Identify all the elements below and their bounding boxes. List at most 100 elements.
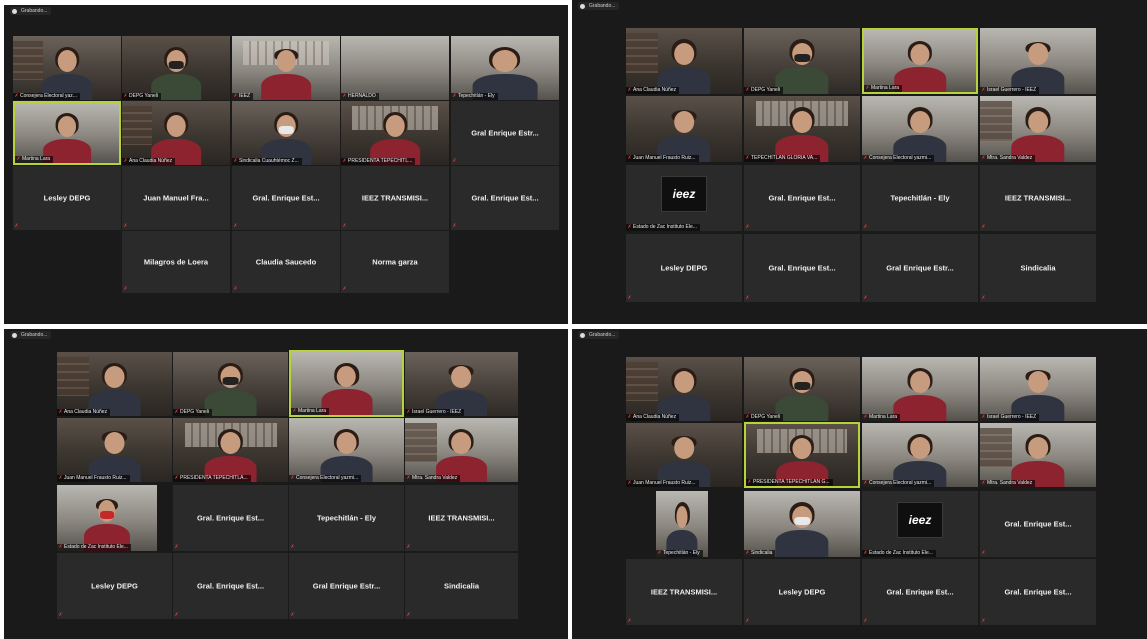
participant-tile-juan-manuel-frausto-ruiz[interactable]: Juan Manuel Frausto Ruiz... ✗ — [626, 423, 742, 487]
participant-label: Ana Claudia Núñez — [626, 414, 680, 421]
participant-tile-gral-enrique-est[interactable]: Gral. Enrique Est... ✗ — [173, 553, 288, 619]
face-mask — [793, 53, 810, 63]
participant-name: Lesley DEPG — [778, 587, 826, 597]
participant-tile-martina-lara[interactable]: Martina Lara ✗ — [862, 28, 978, 94]
mic-muted-icon: ✗ — [290, 612, 295, 618]
participant-tile-gral-enrique-estr[interactable]: Gral Enrique Estr... ✗ — [451, 101, 559, 165]
mic-muted-icon: ✗ — [174, 475, 179, 481]
participant-body — [775, 67, 829, 94]
participant-tile-israel-guerrero-ieez[interactable]: Israel Guerrero - IEEZ ✗ — [980, 28, 1096, 94]
mic-muted-icon: ✗ — [123, 223, 128, 229]
participant-tile-israel-guerrero-ieez[interactable]: Israel Guerrero - IEEZ ✗ — [405, 352, 518, 416]
participant-tile-israel-guerrero-ieez[interactable]: Israel Guerrero - IEEZ ✗ — [980, 357, 1096, 421]
participant-tile-gral-enrique-est[interactable]: Gral. Enrique Est... ✗ — [744, 234, 860, 302]
participant-tile-juan-manuel-frausto-ruiz[interactable]: Juan Manuel Frausto Ruiz... ✗ — [57, 418, 172, 482]
participant-label: Sindicalia Cuauhtémoc Z... — [232, 158, 302, 165]
participant-tile-consejera-electoral-yazmi[interactable]: Consejera Electoral yazmi... ✗ — [862, 423, 978, 487]
participant-name: Lesley DEPG — [660, 263, 708, 273]
participant-tile-martina-lara[interactable]: Martina Lara ✗ — [289, 350, 404, 417]
ieez-logo: ieez — [661, 176, 707, 213]
participant-name: Gral. Enrique Est... — [768, 263, 836, 273]
participant-tile-milagros-de-loera[interactable]: Milagros de Loera ✗ — [122, 231, 230, 293]
recording-label: Grabando... — [589, 332, 616, 338]
participant-tile-consejera-electoral-yazmi[interactable]: Consejera Electoral yazmi... ✗ — [862, 96, 978, 162]
mic-muted-icon: ✗ — [745, 550, 750, 556]
participant-tile-tepechitlan-ely[interactable]: Tepechitlán - Ely ✗ — [656, 491, 708, 557]
participant-face — [909, 110, 931, 134]
participant-tile-gral-enrique-est[interactable]: Gral. Enrique Est... ✗ — [862, 559, 978, 625]
participant-tile-hernaldo[interactable]: HERNALDO ✗ — [341, 36, 449, 100]
participant-tile-ana-claudia-nunez[interactable]: Ana Claudia Núñez ✗ — [122, 101, 230, 165]
participant-tile-gral-enrique-est[interactable]: Gral. Enrique Est... ✗ — [173, 485, 288, 551]
participant-tile-tepechitlan-ely[interactable]: Tepechitlán - Ely ✗ — [862, 165, 978, 231]
participant-tile-martina-lara[interactable]: Martina Lara ✗ — [13, 101, 121, 165]
mic-muted-icon: ✗ — [233, 223, 238, 229]
participant-tile-sindicalia[interactable]: Sindicalia ✗ — [980, 234, 1096, 302]
mic-muted-icon: ✗ — [452, 223, 457, 229]
participant-tile-tepechitlan-ely[interactable]: Tepechitlán - Ely ✗ — [289, 485, 404, 551]
mic-muted-icon: ✗ — [406, 612, 411, 618]
participant-tile-estado-de-zac-instituto-ele[interactable]: ieez Estado de Zac Instituto Ele... ✗ — [862, 491, 978, 557]
participant-label: Tepechitlán - Ely — [656, 550, 703, 557]
participant-tile-norma-garza[interactable]: Norma garza ✗ — [341, 231, 449, 293]
participant-tile-ieez[interactable]: IEEZ ✗ — [232, 36, 340, 100]
participant-face — [276, 50, 296, 73]
participant-tile-sindicalia[interactable]: Sindicalia ✗ — [744, 491, 860, 557]
participant-label: Consejera Electoral yazmi... — [862, 155, 935, 162]
mic-muted-icon: ✗ — [627, 155, 632, 161]
participant-tile-lesley-depg[interactable]: Lesley DEPG ✗ — [744, 559, 860, 625]
participant-tile-ieez-transmisi[interactable]: IEEZ TRANSMISI... ✗ — [626, 559, 742, 625]
participant-tile-gral-enrique-est[interactable]: Gral. Enrique Est... ✗ — [980, 491, 1096, 557]
participant-tile-depg-yaneli[interactable]: DEPG Yaneli ✗ — [744, 28, 860, 94]
participant-tile-sindicalia[interactable]: Sindicalia ✗ — [405, 553, 518, 619]
participant-tile-estado-de-zac-instituto-ele[interactable]: Estado de Zac Instituto Ele... ✗ — [57, 485, 157, 551]
participant-tile-consejera-electoral-yaz[interactable]: Consejera Electoral yaz... ✗ — [13, 36, 121, 100]
mic-muted-icon: ✗ — [981, 295, 986, 301]
participant-tile-depg-yaneli[interactable]: DEPG Yaneli ✗ — [744, 357, 860, 421]
participant-tile-ieez-transmisi[interactable]: IEEZ TRANSMISI... ✗ — [341, 166, 449, 230]
participant-tile-lesley-depg[interactable]: Lesley DEPG ✗ — [57, 553, 172, 619]
participant-tile-mtra-sandra-valdez[interactable]: Mtra. Sandra Valdez ✗ — [405, 418, 518, 482]
participant-tile-consejera-electoral-yazmi[interactable]: Consejera Electoral yazmi... ✗ — [289, 418, 404, 482]
mic-muted-icon: ✗ — [863, 618, 868, 624]
participant-tile-ana-claudia-nunez[interactable]: Ana Claudia Núñez ✗ — [626, 357, 742, 421]
participant-tile-lesley-depg[interactable]: Lesley DEPG ✗ — [626, 234, 742, 302]
participant-tile-presidenta-tepechitla[interactable]: PRESIDENTA TEPECHITLA... ✗ — [173, 418, 288, 482]
participant-tile-claudia-saucedo[interactable]: Claudia Saucedo ✗ — [232, 231, 340, 293]
participant-tile-mtra-sandra-valdez[interactable]: Mtra. Sandra Valdez ✗ — [980, 96, 1096, 162]
participant-tile-depg-yaneli[interactable]: DEPG Yaneli ✗ — [122, 36, 230, 100]
participant-tile-juan-manuel-frausto-ruiz[interactable]: Juan Manuel Frausto Ruiz... ✗ — [626, 96, 742, 162]
participant-label: Mtra. Sandra Valdez — [405, 475, 461, 482]
participant-tile-martina-lara[interactable]: Martina Lara ✗ — [862, 357, 978, 421]
participant-tile-gral-enrique-estr[interactable]: Gral Enrique Estr... ✗ — [289, 553, 404, 619]
participant-tile-sindicalia-cuauhtemoc-z[interactable]: Sindicalia Cuauhtémoc Z... ✗ — [232, 101, 340, 165]
mic-muted-icon: ✗ — [58, 612, 63, 618]
participant-tile-ana-claudia-nunez[interactable]: Ana Claudia Núñez ✗ — [57, 352, 172, 416]
participant-name: Gral. Enrique Est... — [768, 193, 836, 203]
recording-indicator: Grabando... — [10, 331, 52, 339]
participant-tile-presidenta-tepechitl[interactable]: PRESIDENTA TEPECHITL... ✗ — [341, 101, 449, 165]
participant-tile-gral-enrique-est[interactable]: Gral. Enrique Est... ✗ — [744, 165, 860, 231]
participant-tile-ieez-transmisi[interactable]: IEEZ TRANSMISI... ✗ — [980, 165, 1096, 231]
participant-tile-estado-de-zac-instituto-ele[interactable]: ieez Estado de Zac Instituto Ele... ✗ — [626, 165, 742, 231]
participant-tile-gral-enrique-est[interactable]: Gral. Enrique Est... ✗ — [980, 559, 1096, 625]
participant-video — [775, 39, 829, 94]
participant-tile-mtra-sandra-valdez[interactable]: Mtra. Sandra Valdez ✗ — [980, 423, 1096, 487]
participant-tile-tepechitlan-gloria-va[interactable]: TEPECHITLAN GLORIA VA... ✗ — [744, 96, 860, 162]
participant-tile-gral-enrique-est[interactable]: Gral. Enrique Est... ✗ — [451, 166, 559, 230]
participant-face — [492, 50, 518, 73]
participant-label: Israel Guerrero - IEEZ — [980, 87, 1040, 94]
participant-tile-gral-enrique-est[interactable]: Gral. Enrique Est... ✗ — [232, 166, 340, 230]
participant-tile-gral-enrique-estr[interactable]: Gral Enrique Estr... ✗ — [862, 234, 978, 302]
participant-tile-presidenta-tepechitlan-g[interactable]: PRESIDENTA TEPECHITLAN G... ✗ — [744, 422, 860, 488]
participant-face — [792, 437, 812, 459]
participant-label: Tepechitlán - Ely — [451, 93, 498, 100]
mic-muted-icon: ✗ — [342, 93, 347, 99]
participant-tile-juan-manuel-fra[interactable]: Juan Manuel Fra... ✗ — [122, 166, 230, 230]
participant-tile-ana-claudia-nunez[interactable]: Ana Claudia Núñez ✗ — [626, 28, 742, 94]
participant-tile-tepechitlan-ely[interactable]: Tepechitlán - Ely ✗ — [451, 36, 559, 100]
participant-tile-lesley-depg[interactable]: Lesley DEPG ✗ — [13, 166, 121, 230]
participant-tile-depg-yaneli[interactable]: DEPG Yaneli ✗ — [173, 352, 288, 416]
participant-tile-ieez-transmisi[interactable]: IEEZ TRANSMISI... ✗ — [405, 485, 518, 551]
participant-name: Gral. Enrique Est... — [196, 513, 265, 523]
